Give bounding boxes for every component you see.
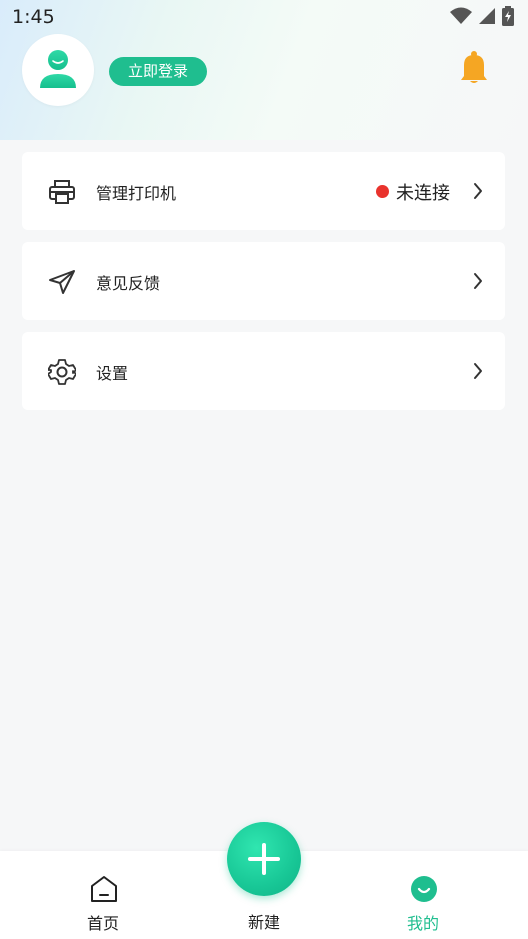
battery-icon (502, 6, 514, 26)
connection-status-text: 未连接 (396, 183, 450, 204)
menu-item-label: 意见反馈 (96, 274, 161, 293)
new-button-label: 新建 (247, 913, 280, 932)
chevron-right-icon (474, 273, 482, 289)
status-icons (450, 6, 514, 26)
chevron-right-icon (474, 183, 482, 199)
avatar[interactable] (22, 34, 94, 106)
menu-item-feedback[interactable]: 意见反馈 (22, 242, 505, 320)
smile-face-icon (411, 876, 437, 902)
tab-mine-label: 我的 (406, 914, 439, 933)
menu-item-manage-printer[interactable]: 管理打印机 未连接 (22, 152, 505, 230)
paper-plane-icon (49, 270, 75, 294)
notification-bell-icon[interactable] (458, 50, 490, 90)
tab-home[interactable]: 首页 (43, 851, 163, 939)
plus-icon (248, 843, 280, 875)
cell-signal-icon (479, 8, 495, 24)
tab-mine[interactable]: 我的 (363, 851, 483, 939)
tab-home-label: 首页 (86, 914, 119, 933)
menu-item-settings[interactable]: 设置 (22, 332, 505, 410)
user-avatar-icon (40, 50, 76, 88)
login-button[interactable]: 立即登录 (109, 57, 207, 86)
new-button[interactable] (227, 822, 301, 896)
home-icon (91, 876, 117, 902)
chevron-right-icon (474, 363, 482, 379)
printer-icon (49, 180, 75, 204)
gear-icon (48, 359, 76, 385)
connection-status-dot (376, 185, 389, 198)
menu-item-label: 管理打印机 (96, 184, 177, 203)
wifi-icon (450, 7, 472, 24)
status-time: 1:45 (12, 6, 55, 28)
status-bar: 1:45 (0, 0, 528, 36)
menu-item-label: 设置 (96, 364, 129, 383)
